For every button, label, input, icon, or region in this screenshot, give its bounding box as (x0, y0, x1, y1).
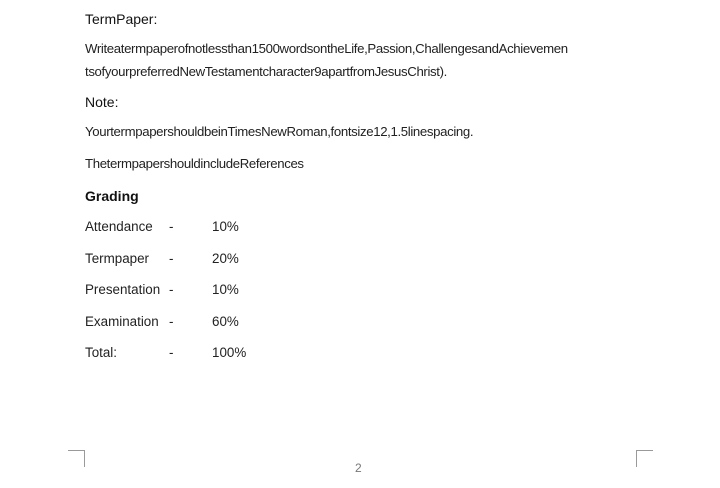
grading-value: 10% (212, 282, 239, 297)
page-corner-mark-left (68, 450, 85, 467)
grading-dash: - (169, 251, 174, 266)
instruction-line-1: Writeatermpaperofnotlessthan1500wordsont… (85, 41, 568, 56)
grading-label: Total: (85, 345, 118, 360)
page-corner-mark-right (636, 450, 653, 467)
grading-dash: - (169, 345, 174, 360)
document-page: TermPaper: Writeatermpaperofnotlessthan1… (0, 0, 720, 488)
grading-dash: - (169, 282, 174, 297)
note-line-1: YourtermpapershouldbeinTimesNewRoman,fon… (85, 124, 474, 139)
grading-value: 100% (212, 345, 247, 360)
page-number: 2 (355, 461, 362, 475)
grading-label: Attendance (85, 219, 153, 234)
grading-label: Presentation (85, 282, 161, 297)
grading-value: 20% (212, 251, 239, 266)
note-line-2: ThetermpapershouldincludeReferences (85, 156, 304, 171)
instruction-line-2: tsofyourpreferredNewTestamentcharacter9a… (85, 64, 447, 79)
grading-dash: - (169, 314, 174, 329)
grading-value: 60% (212, 314, 239, 329)
grading-dash: - (169, 219, 174, 234)
grading-label: Termpaper (85, 251, 150, 266)
grading-label: Examination (85, 314, 159, 329)
grading-heading: Grading (85, 188, 139, 204)
note-heading: Note: (85, 94, 119, 110)
term-paper-heading: TermPaper: (85, 11, 158, 27)
grading-value: 10% (212, 219, 239, 234)
